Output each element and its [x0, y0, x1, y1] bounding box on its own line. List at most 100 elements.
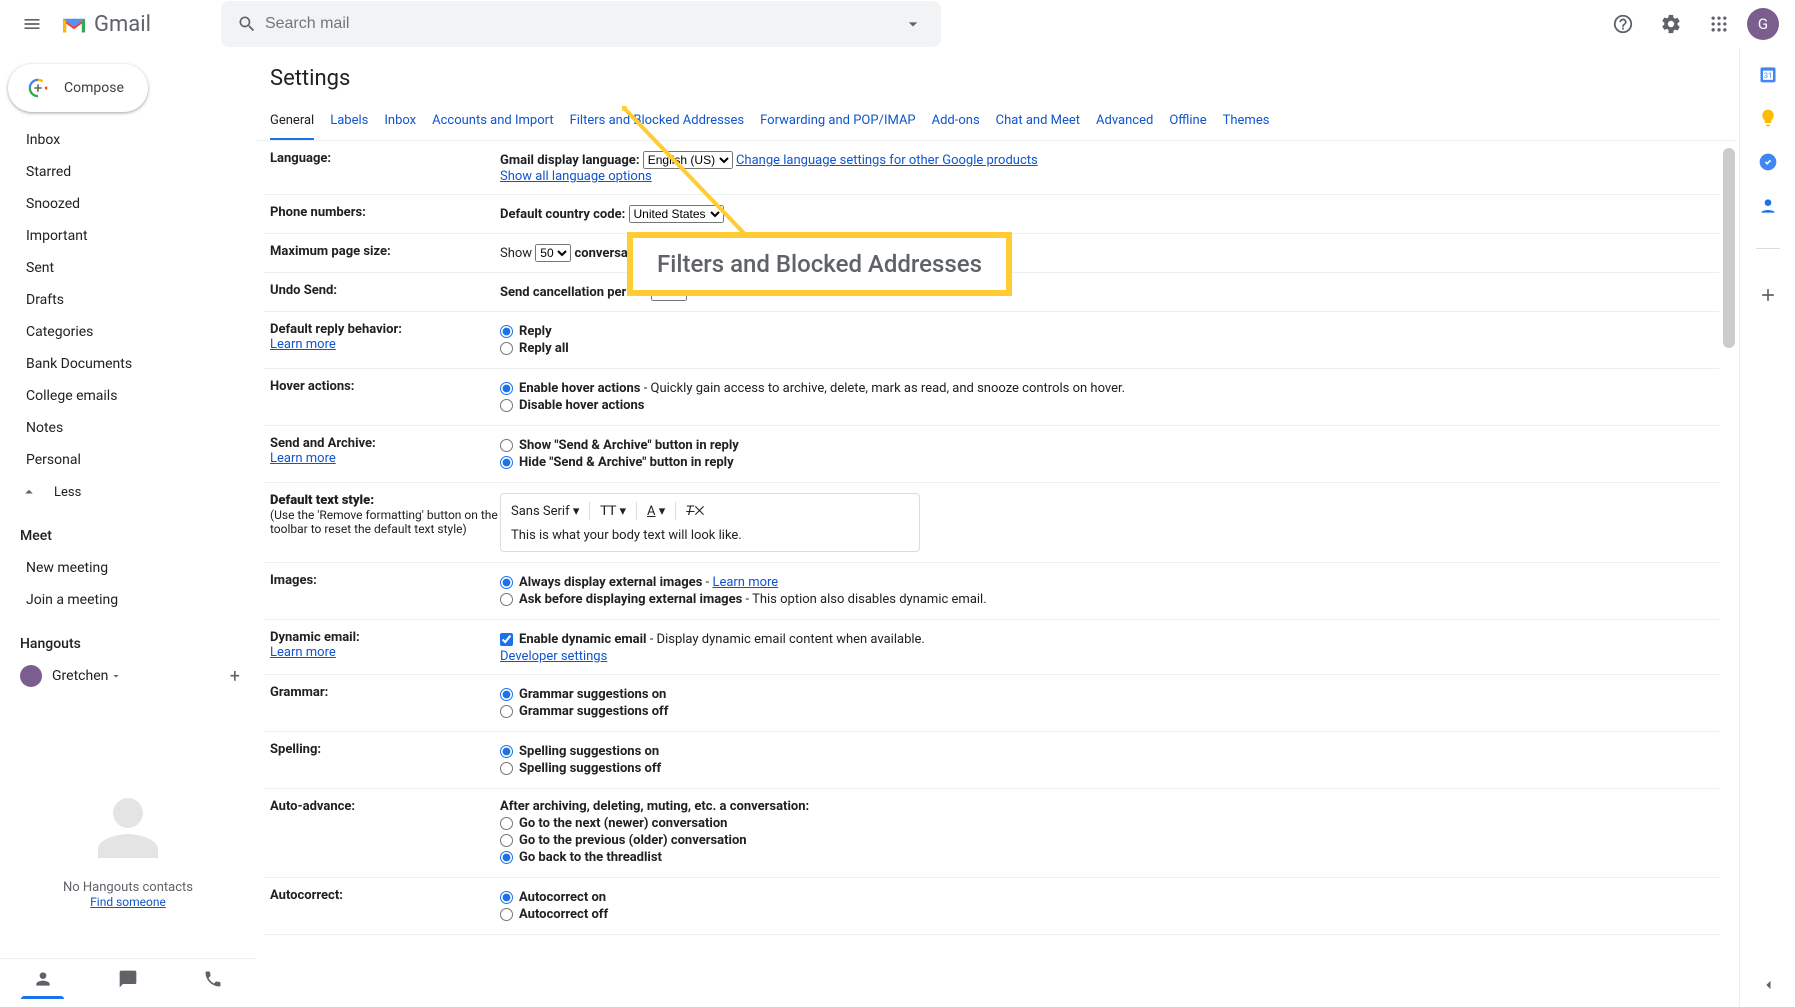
tab-offline[interactable]: Offline — [1169, 103, 1206, 140]
main-menu-icon[interactable] — [8, 0, 56, 48]
gmail-logo[interactable]: Gmail — [60, 12, 151, 37]
developer-settings-link[interactable]: Developer settings — [500, 649, 607, 664]
tab-accounts-import[interactable]: Accounts and Import — [432, 103, 553, 140]
tab-general[interactable]: General — [270, 103, 314, 140]
search-options-icon[interactable] — [893, 4, 933, 44]
search-bar[interactable] — [221, 1, 941, 47]
tasks-addon-icon[interactable] — [1758, 152, 1778, 172]
right-side-panel: 31 — [1739, 48, 1795, 1007]
radio-hide-send-archive[interactable] — [500, 456, 513, 469]
no-hangouts-contacts: No Hangouts contacts Find someone — [0, 792, 256, 910]
font-family-select[interactable]: Sans Serif ▾ — [511, 504, 579, 519]
hide-panel-icon[interactable] — [1758, 975, 1778, 995]
radio-spelling-on[interactable] — [500, 745, 513, 758]
account-avatar[interactable]: G — [1747, 8, 1779, 40]
find-someone-link[interactable]: Find someone — [90, 895, 166, 909]
text-style-editor: Sans Serif ▾ 𝖳𝖳 ▾ A ▾ 𝑇✕ This is what yo… — [500, 493, 920, 552]
tab-themes[interactable]: Themes — [1223, 103, 1270, 140]
support-icon[interactable] — [1603, 4, 1643, 44]
apps-grid-icon[interactable] — [1699, 4, 1739, 44]
learn-more-reply[interactable]: Learn more — [270, 337, 336, 352]
label-undo: Undo Send: — [270, 283, 500, 301]
tab-labels[interactable]: Labels — [330, 103, 368, 140]
show-all-languages-link[interactable]: Show all language options — [500, 169, 652, 184]
tab-filters-blocked[interactable]: Filters and Blocked Addresses — [570, 103, 745, 140]
sidebar-item-snoozed[interactable]: Snoozed — [0, 188, 256, 220]
checkbox-dynamic-email[interactable] — [500, 633, 513, 646]
change-language-link[interactable]: Change language settings for other Googl… — [736, 153, 1038, 168]
sidebar-item-join-meeting[interactable]: Join a meeting — [0, 584, 256, 616]
radio-autocorrect-off[interactable] — [500, 908, 513, 921]
search-input[interactable] — [265, 15, 893, 33]
hangouts-add-icon[interactable]: + — [230, 666, 240, 687]
radio-spelling-off[interactable] — [500, 762, 513, 775]
learn-more-images[interactable]: Learn more — [712, 575, 778, 590]
main-content: Settings General Labels Inbox Accounts a… — [256, 48, 1735, 1007]
label-text-style: Default text style:(Use the 'Remove form… — [270, 493, 500, 552]
radio-enable-hover[interactable] — [500, 382, 513, 395]
tab-forwarding[interactable]: Forwarding and POP/IMAP — [760, 103, 916, 140]
radio-reply[interactable] — [500, 325, 513, 338]
sidebar-item-college-emails[interactable]: College emails — [0, 380, 256, 412]
tab-advanced[interactable]: Advanced — [1096, 103, 1153, 140]
calendar-addon-icon[interactable]: 31 — [1758, 64, 1778, 84]
radio-show-send-archive[interactable] — [500, 439, 513, 452]
sidebar-item-bank-documents[interactable]: Bank Documents — [0, 348, 256, 380]
learn-more-sendarchive[interactable]: Learn more — [270, 451, 336, 466]
label-autocorrect: Autocorrect: — [270, 888, 500, 924]
radio-autocorrect-on[interactable] — [500, 891, 513, 904]
label-default-reply: Default reply behavior:Learn more — [270, 322, 500, 358]
keep-addon-icon[interactable] — [1758, 108, 1778, 128]
language-select[interactable]: English (US) — [643, 151, 733, 169]
remove-formatting-icon[interactable]: 𝑇✕ — [686, 504, 704, 519]
page-title: Settings — [256, 48, 1735, 103]
radio-reply-all[interactable] — [500, 342, 513, 355]
sidebar-item-personal[interactable]: Personal — [0, 444, 256, 476]
tab-inbox[interactable]: Inbox — [384, 103, 416, 140]
sidebar-item-notes[interactable]: Notes — [0, 412, 256, 444]
sidebar-item-new-meeting[interactable]: New meeting — [0, 552, 256, 584]
tab-chat-meet[interactable]: Chat and Meet — [996, 103, 1080, 140]
sidebar-item-hangouts-user[interactable]: Gretchen + — [0, 660, 256, 692]
sidebar-item-sent[interactable]: Sent — [0, 252, 256, 284]
sidebar-item-starred[interactable]: Starred — [0, 156, 256, 188]
font-size-select[interactable]: 𝖳𝖳 ▾ — [600, 504, 626, 519]
sidebar-item-important[interactable]: Important — [0, 220, 256, 252]
sidebar-item-categories[interactable]: Categories — [0, 316, 256, 348]
radio-next-conversation[interactable] — [500, 817, 513, 830]
pagesize-select[interactable]: 50 — [535, 244, 571, 262]
search-icon — [237, 14, 257, 34]
get-addons-icon[interactable] — [1758, 285, 1778, 305]
sidebar-item-drafts[interactable]: Drafts — [0, 284, 256, 316]
radio-prev-conversation[interactable] — [500, 834, 513, 847]
learn-more-dynamic[interactable]: Learn more — [270, 645, 336, 660]
radio-always-images[interactable] — [500, 576, 513, 589]
label-grammar: Grammar: — [270, 685, 500, 721]
label-pagesize: Maximum page size: — [270, 244, 500, 262]
radio-disable-hover[interactable] — [500, 399, 513, 412]
label-auto-advance: Auto-advance: — [270, 799, 500, 867]
contacts-addon-icon[interactable] — [1758, 196, 1778, 216]
person-icon — [92, 792, 164, 864]
radio-back-threadlist[interactable] — [500, 851, 513, 864]
radio-grammar-off[interactable] — [500, 705, 513, 718]
radio-grammar-on[interactable] — [500, 688, 513, 701]
sidebar-section-hangouts: Hangouts — [0, 628, 256, 660]
country-code-select[interactable]: United States — [629, 205, 724, 223]
settings-tabs: General Labels Inbox Accounts and Import… — [256, 103, 1735, 141]
label-phone: Phone numbers: — [270, 205, 500, 223]
svg-text:31: 31 — [1763, 71, 1771, 80]
footer-tab-contacts[interactable] — [0, 959, 85, 999]
settings-gear-icon[interactable] — [1651, 4, 1691, 44]
compose-button[interactable]: Compose — [8, 64, 148, 112]
label-language: Language: — [270, 151, 500, 184]
sidebar-item-inbox[interactable]: Inbox — [0, 124, 256, 156]
radio-ask-images[interactable] — [500, 593, 513, 606]
label-images: Images: — [270, 573, 500, 609]
footer-tab-hangouts[interactable] — [85, 959, 170, 999]
label-hover: Hover actions: — [270, 379, 500, 415]
sidebar-less[interactable]: Less — [0, 476, 256, 508]
footer-tab-phone[interactable] — [171, 959, 256, 999]
tab-addons[interactable]: Add-ons — [932, 103, 980, 140]
text-color-select[interactable]: A ▾ — [647, 504, 665, 519]
